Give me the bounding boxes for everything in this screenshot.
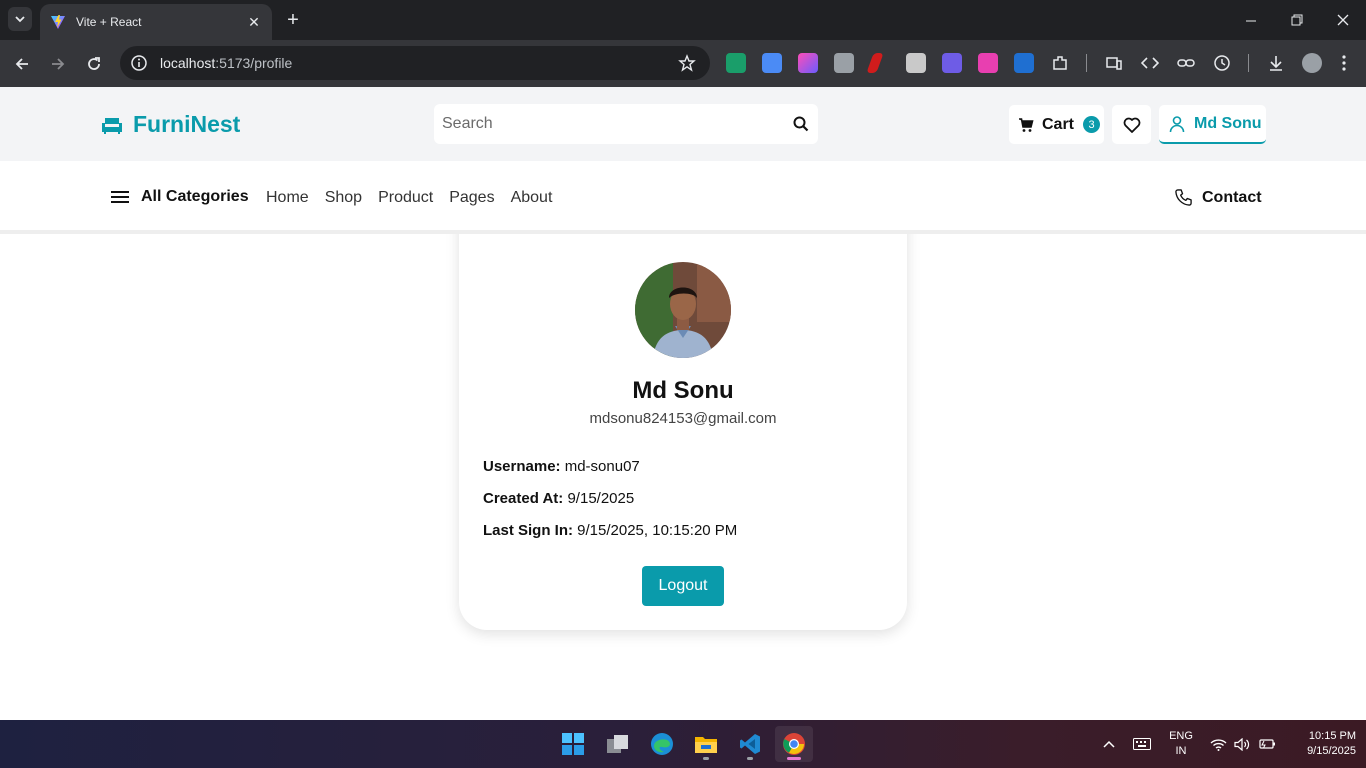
code-icon[interactable]	[1140, 53, 1160, 73]
cart-icon	[1019, 117, 1034, 132]
user-profile-button[interactable]: Md Sonu	[1159, 105, 1266, 144]
extension-print-icon[interactable]	[906, 53, 926, 73]
last-sign-in-row: Last Sign In: 9/15/2025, 10:15:20 PM	[483, 522, 737, 539]
last-sign-in-value: 9/15/2025, 10:15:20 PM	[577, 522, 738, 539]
chrome-icon[interactable]	[775, 726, 813, 762]
extension-docs-icon[interactable]	[762, 53, 782, 73]
last-sign-in-label: Last Sign In:	[483, 522, 573, 539]
address-bar[interactable]: localhost:5173/profile	[120, 46, 710, 80]
brand-logo[interactable]: FurniNest	[100, 111, 240, 138]
nav-link-about[interactable]: About	[511, 189, 553, 207]
task-view-icon[interactable]	[599, 726, 637, 762]
devices-icon[interactable]	[1104, 53, 1124, 73]
language-indicator[interactable]: ENG IN	[1166, 729, 1196, 759]
url-text: localhost:5173/profile	[160, 55, 293, 71]
browser-tab-bar: Vite + React ✕ +	[0, 0, 1366, 40]
avatar	[635, 262, 731, 358]
vite-favicon	[51, 15, 65, 29]
logout-button[interactable]: Logout	[642, 566, 724, 606]
chevron-up-icon[interactable]	[1102, 720, 1116, 768]
username-row: Username: md-sonu07	[483, 458, 640, 475]
nav-link-pages[interactable]: Pages	[449, 189, 494, 207]
cart-count-badge: 3	[1083, 116, 1101, 133]
clock-date: 9/15/2025	[1307, 745, 1356, 757]
close-window-icon[interactable]	[1320, 0, 1366, 40]
download-icon[interactable]	[1266, 53, 1286, 73]
main-nav: All Categories Home Shop Product Pages A…	[0, 161, 1366, 234]
wishlist-button[interactable]	[1112, 105, 1151, 144]
history-icon[interactable]	[1212, 53, 1232, 73]
profile-card: Md Sonu mdsonu824153@gmail.com Username:…	[459, 212, 907, 630]
minimize-icon[interactable]	[1228, 0, 1274, 40]
user-icon	[1169, 115, 1185, 132]
extension-s-icon[interactable]	[1014, 53, 1034, 73]
search-icon[interactable]	[792, 115, 810, 133]
clock-time: 10:15 PM	[1308, 730, 1356, 742]
back-icon[interactable]	[9, 51, 35, 77]
search-box	[434, 104, 818, 144]
windows-start-icon[interactable]	[554, 726, 592, 762]
contact-label: Contact	[1202, 188, 1262, 206]
language-code: ENG	[1169, 730, 1193, 742]
extension-mail-icon[interactable]	[726, 53, 746, 73]
info-icon[interactable]	[130, 54, 148, 72]
username-value: md-sonu07	[564, 458, 640, 475]
phone-icon	[1175, 189, 1192, 206]
browser-toolbar: localhost:5173/profile	[0, 40, 1366, 87]
heart-icon	[1123, 117, 1140, 133]
cart-button[interactable]: Cart 3	[1009, 105, 1104, 144]
nav-link-product[interactable]: Product	[378, 189, 433, 207]
nav-link-shop[interactable]: Shop	[325, 189, 362, 207]
search-input[interactable]	[434, 104, 792, 144]
created-at-label: Created At:	[483, 490, 564, 507]
profile-avatar-icon[interactable]	[1302, 53, 1322, 73]
puzzle-icon[interactable]	[1050, 53, 1070, 73]
vscode-icon[interactable]	[731, 726, 769, 762]
username-label: Username:	[483, 458, 561, 475]
cart-label: Cart	[1042, 115, 1075, 133]
extension-download-icon[interactable]	[978, 53, 998, 73]
battery-icon[interactable]	[1258, 720, 1276, 768]
system-clock[interactable]: 10:15 PM 9/15/2025	[1286, 729, 1356, 759]
user-name-label: Md Sonu	[1194, 114, 1262, 132]
close-icon[interactable]: ✕	[246, 14, 262, 30]
nav-link-home[interactable]: Home	[266, 189, 309, 207]
forward-icon[interactable]	[45, 51, 71, 77]
all-categories-button[interactable]: All Categories	[111, 188, 249, 206]
tab-list-icon[interactable]	[8, 7, 32, 31]
reload-icon[interactable]	[81, 51, 107, 77]
volume-icon[interactable]	[1234, 720, 1250, 768]
created-at-row: Created At: 9/15/2025	[483, 490, 634, 507]
wifi-icon[interactable]	[1210, 720, 1227, 768]
sofa-icon	[102, 117, 122, 134]
file-explorer-icon[interactable]	[687, 726, 725, 762]
restore-icon[interactable]	[1274, 0, 1320, 40]
contact-link[interactable]: Contact	[1174, 188, 1262, 207]
brand-name: FurniNest	[133, 111, 241, 137]
keyboard-icon[interactable]	[1133, 720, 1151, 768]
all-categories-label: All Categories	[141, 188, 249, 205]
site-header: FurniNest Cart 3 Md Sonu	[0, 87, 1366, 161]
region-code: IN	[1175, 745, 1187, 757]
menu-kebab-icon[interactable]	[1334, 53, 1354, 73]
os-taskbar: ENG IN 10:15 PM 9/15/2025	[0, 720, 1366, 768]
star-icon[interactable]	[678, 54, 696, 72]
created-at-value: 9/15/2025	[567, 490, 635, 507]
browser-tab[interactable]: Vite + React ✕	[40, 4, 272, 40]
extension-twitch-icon[interactable]	[942, 53, 962, 73]
link-icon[interactable]	[1176, 53, 1196, 73]
hamburger-icon	[111, 191, 129, 203]
profile-email: mdsonu824153@gmail.com	[589, 410, 777, 427]
tab-title: Vite + React	[76, 15, 142, 29]
extension-compass-icon[interactable]	[834, 53, 854, 73]
plus-icon[interactable]: +	[282, 9, 304, 31]
profile-name: Md Sonu	[632, 377, 734, 404]
nav-links: Home Shop Product Pages About	[266, 189, 552, 207]
extension-color-icon[interactable]	[798, 53, 818, 73]
edge-browser-icon[interactable]	[643, 726, 681, 762]
extension-pen-icon[interactable]	[866, 53, 884, 73]
